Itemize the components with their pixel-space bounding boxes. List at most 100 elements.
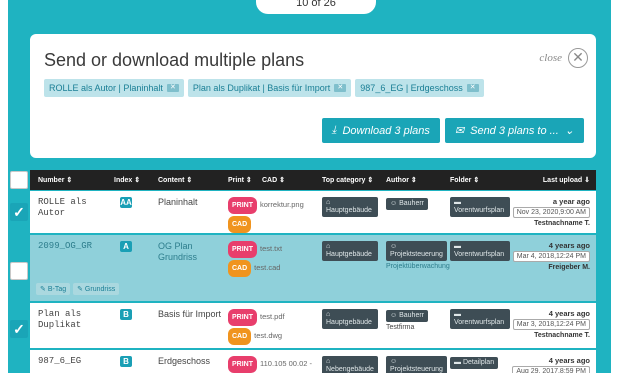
- panel-title: Send or download multiple plans: [44, 50, 305, 70]
- plan-number: Plan als Duplikat: [38, 309, 82, 330]
- author-company: Testfirma: [386, 324, 415, 331]
- print-badge[interactable]: PRINT: [228, 241, 257, 258]
- header-index[interactable]: Index ⇕: [114, 176, 140, 184]
- table-row[interactable]: 2099_OG_GR A OG Plan Grundriss PRINT test.t…: [30, 235, 596, 301]
- bulk-action-panel: Send or download multiple plans close ✕ …: [30, 34, 596, 158]
- header-folder[interactable]: Folder ⇕: [450, 176, 479, 184]
- building-icon: ⌂: [326, 243, 331, 250]
- header-print[interactable]: Print ⇕: [228, 176, 252, 184]
- category-chip: ⌂ Nebengebäude: [322, 356, 378, 373]
- table-row[interactable]: ROLLE als Autor AA Planinhalt PRINT korrekt…: [30, 191, 596, 233]
- header-number[interactable]: Number ⇕: [38, 176, 72, 184]
- building-icon: ⌂: [326, 199, 331, 206]
- upload-user: Testnachname T.: [534, 332, 590, 339]
- upload-date: Aug 29, 2017,8:59 PM: [512, 366, 590, 373]
- cad-badge[interactable]: CAD: [228, 260, 252, 277]
- category-cell: ⌂ Hauptgebäude: [322, 309, 378, 329]
- close-icon[interactable]: ✕: [568, 48, 588, 68]
- plan-content: Planinhalt: [158, 197, 198, 207]
- user-icon: ☺: [390, 200, 400, 207]
- print-file[interactable]: korrektur.png: [260, 200, 304, 209]
- close-label: close: [539, 52, 562, 64]
- tag-label: Plan als Duplikat | Basis für Import: [192, 83, 331, 93]
- upload-date: Mar 4, 2018,12:24 PM: [512, 251, 590, 262]
- download-button[interactable]: ⤓ Download 3 plans: [321, 118, 440, 143]
- index-badge: B: [120, 309, 132, 320]
- header-author[interactable]: Author ⇕: [386, 176, 417, 184]
- selected-plan-tag[interactable]: 987_6_EG | Erdgeschoss ✕: [355, 79, 484, 97]
- files-cell: PRINT110.105 00.02 - Grundrisse.pdf: [228, 356, 320, 373]
- index-badge: B: [120, 356, 132, 367]
- author-chip: ☺ Bauherr: [386, 310, 428, 322]
- app-background: 10 of 26 Send or download multiple plans…: [8, 0, 611, 373]
- plan-number: ROLLE als Autor: [38, 197, 87, 218]
- selected-plans-tags: ROLLE als Autor | Planinhalt ✕ Plan als D…: [44, 79, 484, 97]
- print-badge[interactable]: PRINT: [228, 197, 257, 214]
- remove-tag-icon[interactable]: ✕: [166, 84, 179, 92]
- header-top-category[interactable]: Top category ⇕: [322, 176, 373, 184]
- table-row[interactable]: Plan als Duplikat B Basis für Import PRINT…: [30, 303, 596, 348]
- table-header: Number ⇕ Index ⇕ Content ⇕ Print ⇕ CAD ⇕…: [30, 170, 596, 190]
- close-button[interactable]: close ✕: [539, 48, 588, 68]
- folder-cell: ▬ Vorentwurfsplan: [450, 241, 510, 261]
- folder-cell: ▬ Vorentwurfsplan: [450, 309, 510, 329]
- print-file[interactable]: test.pdf: [260, 312, 285, 321]
- send-button[interactable]: ✉ Send 3 plans to ... ⌄: [444, 118, 584, 143]
- upload-relative: 4 years ago: [548, 241, 590, 250]
- upload-date: Mar 3, 2018,12:24 PM: [512, 319, 590, 330]
- upload-relative: 4 years ago: [548, 356, 590, 365]
- author-cell: ☺ Bauherr: [386, 197, 446, 210]
- folder-icon: ▬: [454, 243, 461, 250]
- author-company: Projektüberwachung: [386, 263, 450, 270]
- select-all-checkbox[interactable]: [10, 171, 28, 189]
- files-cell: PRINT test.pdf CAD test.dwg: [228, 309, 320, 345]
- row-tag[interactable]: ✎ B-Tag: [36, 283, 71, 295]
- row-checkbox[interactable]: [10, 262, 28, 280]
- upload-user: Testnachname T.: [534, 220, 590, 227]
- folder-chip: ▬ Vorentwurfsplan: [450, 241, 510, 261]
- author-cell: ☺ Projektsteuerung: [386, 356, 447, 373]
- header-cad[interactable]: CAD ⇕: [262, 176, 285, 184]
- row-checkbox[interactable]: ✓: [10, 203, 28, 221]
- folder-chip: ▬ Vorentwurfsplan: [450, 309, 510, 329]
- folder-icon: ▬: [454, 311, 461, 318]
- tag-label: 987_6_EG | Erdgeschoss: [360, 83, 463, 93]
- remove-tag-icon[interactable]: ✕: [466, 84, 479, 92]
- author-cell: ☺ Projektsteuerung Projektüberwachung: [386, 241, 450, 270]
- upload-relative: 4 years ago: [548, 309, 590, 318]
- remove-tag-icon[interactable]: ✕: [334, 84, 347, 92]
- row-checkbox[interactable]: ✓: [10, 320, 28, 338]
- cad-file[interactable]: test.cad: [254, 263, 280, 272]
- author-chip: ☺ Projektsteuerung: [386, 356, 447, 373]
- folder-chip: ▬ Detailplan: [450, 357, 499, 369]
- selected-plan-tag[interactable]: Plan als Duplikat | Basis für Import ✕: [187, 79, 352, 97]
- download-icon: ⤓: [331, 124, 337, 136]
- upload-date: Nov 23, 2020,9:00 AM: [512, 207, 590, 218]
- folder-icon: ▬: [454, 199, 461, 206]
- selected-plan-tag[interactable]: ROLLE als Autor | Planinhalt ✕: [44, 79, 184, 97]
- send-label: Send 3 plans to ...: [470, 124, 559, 137]
- index-badge: A: [120, 241, 132, 252]
- author-chip: ☺ Bauherr: [386, 198, 428, 210]
- print-badge[interactable]: PRINT: [228, 309, 257, 326]
- plan-content: Erdgeschoss: [158, 356, 211, 366]
- pagination-indicator: 10 of 26: [256, 0, 376, 14]
- author-cell: ☺ Bauherr Testfirma: [386, 309, 446, 331]
- cad-badge[interactable]: CAD: [228, 216, 252, 233]
- upload-cell: 4 years ago Mar 3, 2018,12:24 PM Testnac…: [508, 309, 590, 339]
- upload-relative: a year ago: [552, 197, 590, 206]
- header-last-upload[interactable]: Last upload ⇓: [543, 176, 590, 184]
- index-badge: AA: [120, 197, 132, 208]
- plan-content: OG Plan Grundriss: [158, 241, 198, 262]
- mail-icon: ✉: [454, 125, 465, 137]
- user-icon: ☺: [390, 243, 398, 250]
- folder-cell: ▬ Detailplan: [450, 356, 510, 369]
- print-badge[interactable]: PRINT: [228, 356, 257, 373]
- cad-badge[interactable]: CAD: [228, 328, 252, 345]
- print-file[interactable]: test.txt: [260, 244, 282, 253]
- table-row[interactable]: 987_6_EG B Erdgeschoss PRINT 110.105 00.02 …: [30, 350, 596, 373]
- upload-cell: 4 years ago Mar 4, 2018,12:24 PM Freigeb…: [508, 241, 590, 271]
- row-tag[interactable]: ✎ Grundriss: [73, 283, 120, 295]
- cad-file[interactable]: test.dwg: [254, 331, 282, 340]
- header-content[interactable]: Content ⇕: [158, 176, 192, 184]
